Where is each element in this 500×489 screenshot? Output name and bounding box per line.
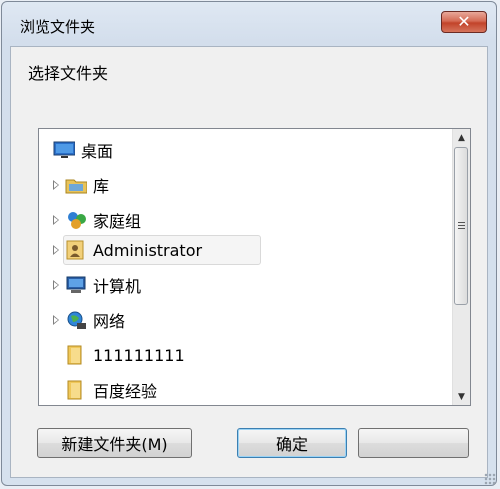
thumb-grip-line: [458, 225, 465, 226]
folder-tree[interactable]: 桌面 库 家庭组 Administrator 计算机 网络 111111111 …: [38, 128, 471, 406]
tree-item-label: 百度经验: [93, 382, 158, 401]
expand-arrow-icon[interactable]: [53, 245, 59, 255]
ok-button[interactable]: 确定: [237, 428, 347, 458]
thumb-grip-line: [458, 228, 465, 229]
user-folder-icon: [66, 240, 84, 260]
scroll-down-button[interactable]: ▼: [453, 388, 470, 405]
tree-item-label: 计算机: [93, 277, 142, 296]
resize-grip-icon[interactable]: [484, 473, 496, 485]
expand-arrow-icon[interactable]: [53, 280, 59, 290]
computer-icon: [66, 276, 86, 293]
tree-item-homegroup[interactable]: 家庭组: [39, 205, 453, 235]
new-folder-button[interactable]: 新建文件夹(M): [37, 428, 192, 458]
prompt-label: 选择文件夹: [28, 64, 109, 83]
library-icon: [65, 179, 87, 194]
tree-item-folder-111111111[interactable]: 111111111: [39, 340, 453, 370]
tree-item-folder-baidu[interactable]: 百度经验: [39, 375, 453, 405]
tree-item-label: 家庭组: [93, 212, 142, 231]
tree-item-label: 网络: [93, 312, 126, 331]
close-icon: ✕: [457, 12, 471, 31]
homegroup-icon: [68, 212, 86, 229]
folder-tree-list: 桌面 库 家庭组 Administrator 计算机 网络 111111111 …: [39, 129, 453, 405]
expand-arrow-icon[interactable]: [53, 315, 59, 325]
tree-item-label: Administrator: [93, 240, 203, 260]
tree-item-library[interactable]: 库: [39, 170, 453, 200]
folder-icon: [67, 345, 82, 365]
folder-icon: [67, 380, 82, 400]
tree-item-label: 桌面: [81, 142, 114, 161]
close-button[interactable]: ✕: [441, 11, 487, 33]
expand-arrow-icon[interactable]: [53, 215, 59, 225]
scroll-up-button[interactable]: ▲: [453, 129, 470, 146]
dialog-title: 浏览文件夹: [20, 18, 96, 36]
thumb-grip-line: [458, 222, 465, 223]
scrollbar-thumb[interactable]: [454, 147, 468, 305]
cancel-button[interactable]: [358, 428, 469, 458]
network-icon: [67, 311, 86, 329]
tree-item-desktop[interactable]: 桌面: [39, 135, 453, 165]
tree-item-label: 库: [93, 177, 110, 196]
tree-item-network[interactable]: 网络: [39, 305, 453, 335]
expand-arrow-icon[interactable]: [53, 180, 59, 190]
tree-item-label: 111111111: [93, 345, 185, 365]
desktop-icon: [53, 141, 75, 158]
vertical-scrollbar[interactable]: ▲ ▼: [452, 129, 470, 405]
tree-item-administrator[interactable]: Administrator: [39, 235, 453, 265]
tree-item-computer[interactable]: 计算机: [39, 270, 453, 300]
